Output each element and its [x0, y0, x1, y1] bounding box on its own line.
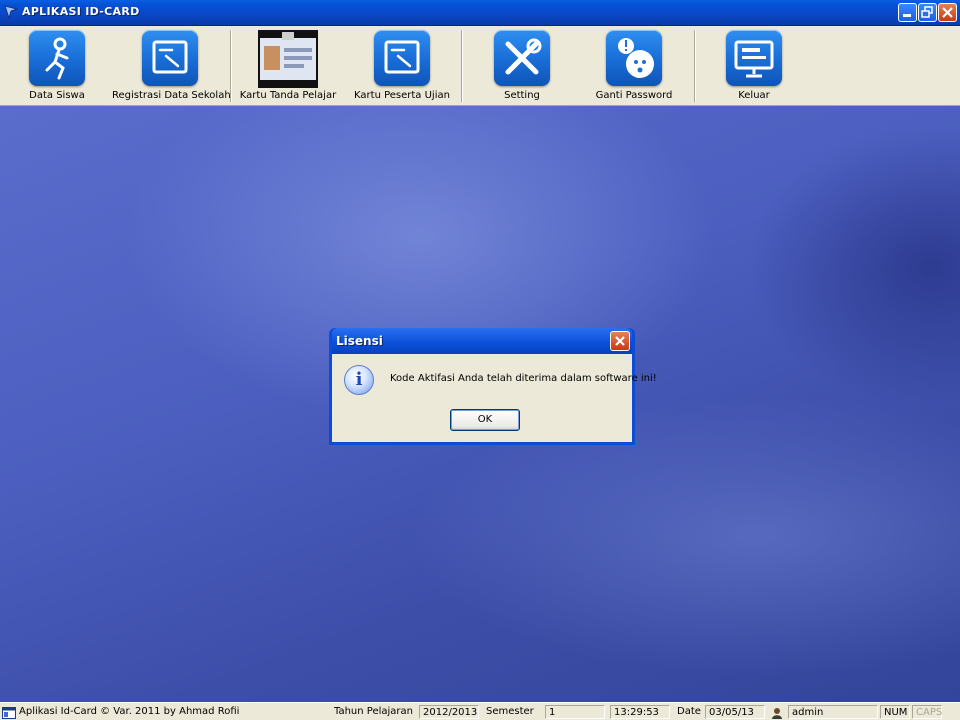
- toolbar-label: Ganti Password: [595, 90, 673, 101]
- status-date-label: Date: [677, 706, 701, 717]
- ok-button[interactable]: OK: [450, 409, 520, 431]
- close-button[interactable]: [938, 3, 957, 22]
- toolbar-separator: [694, 30, 696, 102]
- window-titlebar[interactable]: APLIKASI ID-CARD: [0, 0, 960, 26]
- status-num: NUM: [880, 705, 910, 719]
- app-logo-icon: [4, 5, 18, 19]
- dialog-message: Kode Aktifasi Anda telah diterima dalam …: [390, 373, 657, 384]
- toolbar-keluar-button[interactable]: Keluar: [704, 28, 804, 104]
- tools-icon: [494, 30, 550, 86]
- toolbar-ganti-password-button[interactable]: Ganti Password: [584, 28, 684, 104]
- close-icon: [615, 336, 625, 346]
- status-year-label: Tahun Pelajaran: [334, 706, 413, 717]
- monitor-icon: [726, 30, 782, 86]
- status-bar: Aplikasi Id-Card © Var. 2011 by Ahmad Ro…: [0, 702, 960, 720]
- dialog-close-button[interactable]: [610, 331, 630, 351]
- edit-form-icon: [374, 30, 430, 86]
- toolbar-label: Keluar: [738, 90, 770, 101]
- toolbar-label: Setting: [504, 90, 540, 101]
- toolbar-kartu-pelajar-button[interactable]: Kartu Tanda Pelajar: [238, 28, 338, 104]
- toolbar-data-siswa-button[interactable]: Data Siswa: [12, 28, 102, 104]
- restore-button[interactable]: [918, 3, 937, 22]
- close-icon: [942, 7, 953, 18]
- status-date-value: 03/05/13: [705, 705, 765, 719]
- toolbar-separator: [461, 30, 463, 102]
- license-dialog: Lisensi i Kode Aktifasi Anda telah diter…: [329, 328, 657, 445]
- status-semester-label: Semester: [486, 706, 534, 717]
- status-app-info: Aplikasi Id-Card © Var. 2011 by Ahmad Ro…: [19, 706, 240, 717]
- app-window-icon: [2, 707, 16, 719]
- status-user: admin: [788, 705, 878, 719]
- dialog-body: i Kode Aktifasi Anda telah diterima dala…: [332, 354, 657, 442]
- status-time: 13:29:53: [610, 705, 670, 719]
- status-caps: CAPS: [912, 705, 942, 719]
- toolbar-label: Registrasi Data Sekolah: [112, 90, 231, 101]
- toolbar-registrasi-button[interactable]: Registrasi Data Sekolah: [112, 28, 231, 104]
- running-person-icon: [29, 30, 85, 86]
- edit-form-icon: [142, 30, 198, 86]
- restore-icon: [921, 6, 933, 18]
- status-year-value: 2012/2013: [419, 705, 479, 719]
- toolbar-separator: [230, 30, 232, 102]
- toolbar-label: Kartu Tanda Pelajar: [239, 90, 337, 101]
- id-card-icon: [258, 30, 318, 88]
- status-semester-value: 1: [545, 705, 605, 719]
- user-icon: [772, 708, 782, 719]
- main-toolbar: Data Siswa Registrasi Data Sekolah Kartu…: [0, 26, 960, 106]
- dialog-titlebar[interactable]: Lisensi: [332, 328, 632, 354]
- toolbar-setting-button[interactable]: Setting: [472, 28, 572, 104]
- minimize-icon: [903, 14, 911, 17]
- window-title: APLIKASI ID-CARD: [22, 5, 140, 18]
- info-icon: i: [344, 365, 374, 395]
- toolbar-label: Data Siswa: [29, 90, 85, 101]
- minimize-button[interactable]: [898, 3, 917, 22]
- alert-face-icon: [606, 30, 662, 86]
- toolbar-label: Kartu Peserta Ujian: [354, 90, 450, 101]
- toolbar-kartu-ujian-button[interactable]: Kartu Peserta Ujian: [352, 28, 452, 104]
- dialog-title: Lisensi: [336, 334, 383, 348]
